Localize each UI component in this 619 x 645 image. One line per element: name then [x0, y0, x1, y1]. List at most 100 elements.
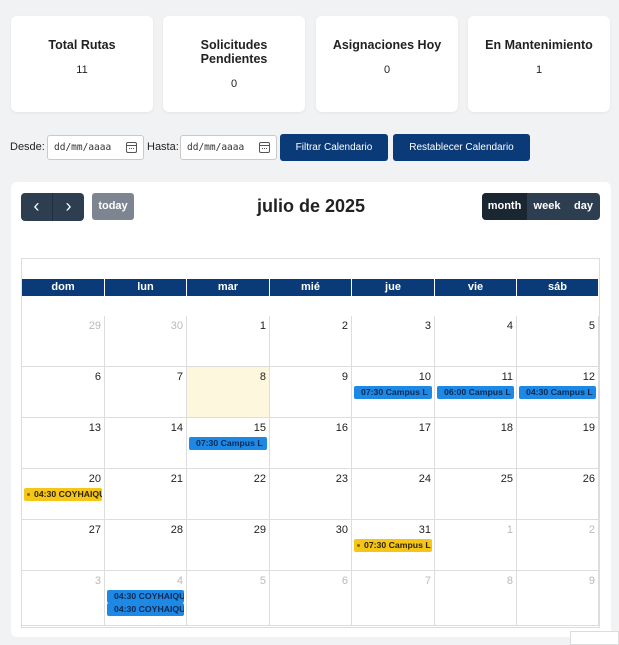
- day-number[interactable]: 27: [89, 524, 101, 536]
- day-number[interactable]: 6: [95, 371, 101, 383]
- day-number[interactable]: 5: [589, 320, 595, 332]
- day-number[interactable]: 9: [589, 575, 595, 587]
- calendar-event[interactable]: 04:30 COYHAIQU: [107, 590, 184, 603]
- day-cell[interactable]: 19: [517, 418, 599, 469]
- day-number[interactable]: 7: [425, 575, 431, 587]
- day-cell[interactable]: 9: [270, 367, 352, 418]
- filter-calendar-button[interactable]: Filtrar Calendario: [280, 134, 388, 161]
- calendar-event[interactable]: 04:30 Campus L: [519, 386, 596, 399]
- day-cell[interactable]: 10 07:30 Campus L: [352, 367, 435, 418]
- calendar-event[interactable]: 07:30 Campus L: [354, 539, 432, 552]
- day-number[interactable]: 2: [589, 524, 595, 536]
- day-number[interactable]: 18: [501, 422, 513, 434]
- view-week-button[interactable]: week: [527, 193, 567, 220]
- day-number[interactable]: 6: [342, 575, 348, 587]
- day-number[interactable]: 3: [95, 575, 101, 587]
- day-cell[interactable]: 3: [22, 571, 105, 626]
- day-cell[interactable]: 26: [517, 469, 599, 520]
- day-number[interactable]: 8: [507, 575, 513, 587]
- day-number[interactable]: 11: [502, 371, 513, 383]
- day-cell[interactable]: 8: [435, 571, 517, 626]
- day-cell[interactable]: 5: [517, 316, 599, 367]
- calendar-event[interactable]: 06:00 Campus L: [437, 386, 514, 399]
- day-number[interactable]: 8: [260, 371, 266, 383]
- day-number[interactable]: 21: [171, 473, 183, 485]
- day-cell[interactable]: 8: [187, 367, 270, 418]
- day-cell[interactable]: 12 04:30 Campus L: [517, 367, 599, 418]
- day-number[interactable]: 20: [89, 473, 101, 485]
- day-number[interactable]: 9: [342, 371, 348, 383]
- day-cell[interactable]: 28: [105, 520, 187, 571]
- day-cell[interactable]: 3: [352, 316, 435, 367]
- day-cell[interactable]: 6: [22, 367, 105, 418]
- day-cell[interactable]: 9: [517, 571, 599, 626]
- day-number[interactable]: 26: [583, 473, 595, 485]
- day-cell[interactable]: 25: [435, 469, 517, 520]
- day-cell[interactable]: 6: [270, 571, 352, 626]
- day-number[interactable]: 28: [171, 524, 183, 536]
- day-number[interactable]: 30: [171, 320, 183, 332]
- day-cell[interactable]: 20 04:30 COYHAIQU: [22, 469, 105, 520]
- day-cell[interactable]: 30: [270, 520, 352, 571]
- hasta-date-input[interactable]: dd/mm/aaaa: [180, 135, 277, 160]
- day-cell[interactable]: 5: [187, 571, 270, 626]
- day-cell[interactable]: 30: [105, 316, 187, 367]
- day-cell[interactable]: 15 07:30 Campus L: [187, 418, 270, 469]
- calendar-event[interactable]: 04:30 COYHAIQU: [24, 488, 102, 501]
- day-number[interactable]: 16: [336, 422, 348, 434]
- day-number[interactable]: 10: [419, 371, 431, 383]
- day-number[interactable]: 13: [89, 422, 101, 434]
- day-number[interactable]: 24: [419, 473, 431, 485]
- day-cell[interactable]: 29: [187, 520, 270, 571]
- day-number[interactable]: 4: [177, 575, 183, 587]
- day-cell[interactable]: 1: [187, 316, 270, 367]
- day-number[interactable]: 1: [260, 320, 266, 332]
- day-number[interactable]: 1: [507, 524, 513, 536]
- calendar-event[interactable]: 07:30 Campus L: [354, 386, 432, 399]
- desde-date-input[interactable]: dd/mm/aaaa: [47, 135, 144, 160]
- day-cell[interactable]: 2: [270, 316, 352, 367]
- day-cell[interactable]: 23: [270, 469, 352, 520]
- reset-calendar-button[interactable]: Restablecer Calendario: [393, 134, 530, 161]
- calendar-icon[interactable]: [259, 142, 270, 153]
- day-cell[interactable]: 22: [187, 469, 270, 520]
- day-cell[interactable]: 18: [435, 418, 517, 469]
- view-month-button[interactable]: month: [482, 193, 527, 220]
- day-number[interactable]: 19: [583, 422, 595, 434]
- day-cell[interactable]: 16: [270, 418, 352, 469]
- day-number[interactable]: 22: [254, 473, 266, 485]
- view-day-button[interactable]: day: [567, 193, 600, 220]
- day-number[interactable]: 3: [425, 320, 431, 332]
- day-number[interactable]: 30: [336, 524, 348, 536]
- day-cell[interactable]: 4: [435, 316, 517, 367]
- day-cell[interactable]: 27: [22, 520, 105, 571]
- day-cell[interactable]: 14: [105, 418, 187, 469]
- day-cell[interactable]: 7: [105, 367, 187, 418]
- day-number[interactable]: 14: [171, 422, 183, 434]
- day-number[interactable]: 2: [342, 320, 348, 332]
- day-cell[interactable]: 21: [105, 469, 187, 520]
- day-number[interactable]: 23: [336, 473, 348, 485]
- day-cell[interactable]: 2: [517, 520, 599, 571]
- day-number[interactable]: 12: [583, 371, 595, 383]
- day-number[interactable]: 15: [254, 422, 266, 434]
- day-cell[interactable]: 4 04:30 COYHAIQU 04:30 COYHAIQU: [105, 571, 187, 626]
- day-cell[interactable]: 31 07:30 Campus L: [352, 520, 435, 571]
- day-number[interactable]: 7: [177, 371, 183, 383]
- day-cell[interactable]: 13: [22, 418, 105, 469]
- calendar-icon[interactable]: [126, 142, 137, 153]
- day-number[interactable]: 31: [419, 524, 431, 536]
- day-cell[interactable]: 29: [22, 316, 105, 367]
- day-cell[interactable]: 11 06:00 Campus L: [435, 367, 517, 418]
- day-number[interactable]: 4: [507, 320, 513, 332]
- day-number[interactable]: 29: [89, 320, 101, 332]
- calendar-event[interactable]: 04:30 COYHAIQU: [107, 603, 184, 616]
- day-number[interactable]: 25: [501, 473, 513, 485]
- day-number[interactable]: 29: [254, 524, 266, 536]
- day-number[interactable]: 5: [260, 575, 266, 587]
- day-cell[interactable]: 7: [352, 571, 435, 626]
- day-number[interactable]: 17: [419, 422, 431, 434]
- day-cell[interactable]: 1: [435, 520, 517, 571]
- day-cell[interactable]: 24: [352, 469, 435, 520]
- day-cell[interactable]: 17: [352, 418, 435, 469]
